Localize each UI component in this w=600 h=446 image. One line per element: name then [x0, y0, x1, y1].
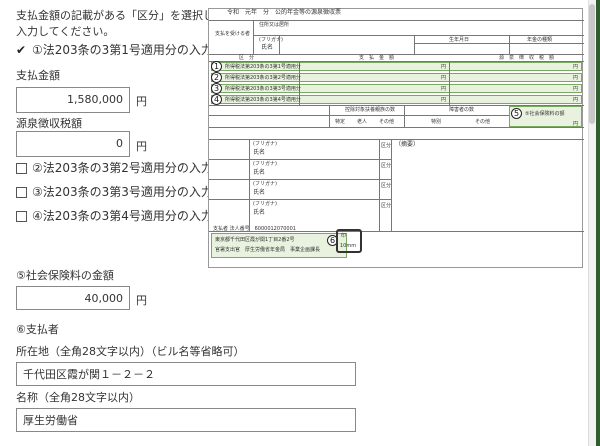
payment-input[interactable]: 1,580,000	[16, 87, 130, 113]
form-marker-2: 2	[211, 72, 222, 83]
form-row-4-label: 所得税法第203条の3第4号適用分	[225, 97, 301, 103]
form-yen: 円	[573, 64, 579, 70]
form-row-1-label: 所得税法第203条の3第1号適用分	[225, 64, 301, 70]
form-kubun-d4: 区分	[381, 203, 392, 209]
payer-heading: ⑥支払者	[16, 323, 59, 336]
form-recipient-label: 支払を受ける者	[215, 31, 251, 37]
option2-label: ②法203条の3第2号適用分の入力	[32, 161, 213, 175]
form-elderly: 老人	[357, 119, 368, 125]
payer-address-input[interactable]: 千代田区霞が関１－２－２	[16, 362, 356, 386]
option4-checkbox[interactable]	[16, 211, 27, 222]
form-row-3-label: 所得税法第203条の3第3号適用分	[225, 86, 301, 92]
form-marker-4: 4	[211, 94, 222, 105]
option2-checkbox[interactable]	[16, 163, 27, 174]
scroll-thumb[interactable]	[589, 4, 595, 124]
withholding-slip-preview: 令和 元年 分 公的年金等の源泉徴収票 支払を受ける者 住所又は居所 (フリガナ…	[208, 8, 584, 268]
window-edge	[596, 0, 600, 446]
form-payer-name: 官署支出官 厚生労働省年金局 事業企画課長	[215, 247, 321, 253]
form-yen: 円	[441, 64, 447, 70]
form-yen: 円	[573, 75, 579, 81]
form-name-label: 氏名	[261, 44, 274, 51]
form-other2: その他	[475, 119, 491, 125]
form-address-label: 住所又は居所	[259, 22, 290, 28]
payer-address-label: 所在地（全角28文字以内）（ビル名等省略可）	[16, 345, 245, 358]
intro-text-line1: 支払金額の記載がある「区分」を選択して	[16, 9, 225, 22]
form-title: 令和 元年 分 公的年金等の源泉徴収票	[227, 9, 342, 16]
withholding-input[interactable]: 0	[16, 131, 130, 157]
form-special: 特定	[335, 119, 346, 125]
form-yen: 円	[441, 86, 447, 92]
social-unit: 円	[136, 294, 147, 307]
payer-name-input[interactable]: 厚生労働省	[16, 408, 356, 432]
form-payer-addr: 東京都千代田区霞が関1丁目2番2号	[215, 237, 295, 243]
form-name-d2: 氏名	[253, 169, 266, 176]
option4-label: ④法203条の3第4号適用分の入力	[32, 209, 213, 223]
form-furigana-d2: (フリガナ)	[253, 161, 277, 167]
form-marker-5: 5	[511, 108, 522, 119]
form-special2: 特別	[431, 119, 442, 125]
form-row-2-label: 所得税法第203条の3第2号適用分	[225, 75, 301, 81]
option3-label: ③法203条の3第3号適用分の入力	[32, 185, 213, 199]
option1-label: ①法203条の3第1号適用分の入力	[32, 43, 213, 57]
payer-name-label: 名称（全角28文字以内）	[16, 391, 140, 404]
form-disability: 障害者の数	[449, 107, 475, 113]
form-furigana-d4: (フリガナ)	[253, 201, 277, 207]
form-remarks: （摘要）	[395, 141, 420, 148]
form-kubun-d1: 区分	[381, 143, 392, 149]
option3-checkbox[interactable]	[16, 187, 27, 198]
form-seal-size: 10mm	[340, 243, 357, 249]
form-yen: 円	[573, 86, 579, 92]
form-yen: 円	[573, 121, 579, 127]
form-name-d4: 氏名	[253, 209, 266, 216]
form-yen: 円	[441, 75, 447, 81]
form-name-d3: 氏名	[253, 189, 266, 196]
checkmark-icon: ✔	[16, 43, 27, 57]
withholding-unit: 円	[136, 140, 147, 153]
payment-label: 支払金額	[16, 69, 60, 82]
form-furigana-d3: (フリガナ)	[253, 181, 277, 187]
withholding-label: 源泉徴収税額	[16, 117, 82, 130]
intro-text-line2: 入力してください。	[16, 25, 115, 38]
form-name-d1: 氏名	[253, 149, 266, 156]
payment-unit: 円	[136, 95, 147, 108]
social-input[interactable]: 40,000	[16, 286, 130, 310]
form-kubun-d3: 区分	[381, 183, 392, 189]
form-corp-no: 支払者 法人番号 6000012070001	[213, 226, 296, 232]
form-marker-3: 3	[211, 83, 222, 94]
form-other: その他	[379, 119, 395, 125]
form-deduction-header: 控除対象扶養親族の数	[345, 107, 396, 113]
form-social-label: ⑤社会保険料の額	[525, 111, 565, 117]
form-yen: 円	[441, 97, 447, 103]
form-marker-1: 1	[211, 61, 222, 72]
scrollbar[interactable]	[588, 0, 596, 446]
form-yen: 円	[573, 97, 579, 103]
form-kubun-d2: 区分	[381, 163, 392, 169]
social-label: ⑤社会保険料の金額	[16, 269, 114, 282]
form-seal: 印	[341, 233, 347, 239]
form-furigana-d1: (フリガナ)	[253, 141, 277, 147]
